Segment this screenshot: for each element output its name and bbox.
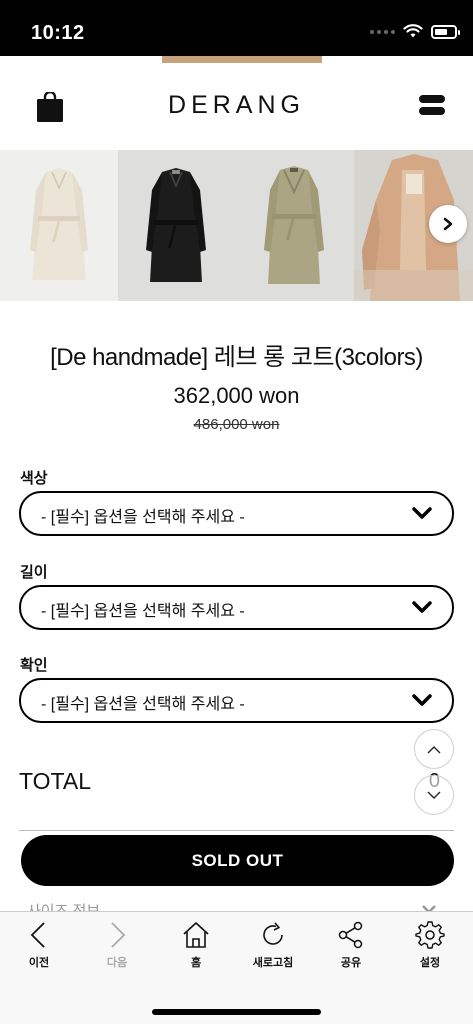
- header: DERANG: [0, 64, 473, 150]
- scroll-bottom-button[interactable]: [414, 775, 454, 815]
- previous-image-peek: [0, 56, 473, 64]
- gear-icon: [415, 921, 445, 949]
- bottom-toolbar: 이전 다음 홈 새로고침 공유 설정: [0, 911, 473, 1024]
- signal-icon: [370, 29, 395, 34]
- gallery-image-ivory-coat[interactable]: [0, 150, 118, 301]
- chevron-right-icon: [111, 922, 126, 948]
- chevron-left-icon: [30, 922, 45, 948]
- chevron-down-icon: [412, 601, 432, 613]
- option-label-confirm: 확인: [20, 657, 48, 674]
- option-select-text: - [필수] 옵션을 선택해 주세요 -: [41, 603, 245, 620]
- gallery-image-khaki-coat[interactable]: [234, 150, 354, 301]
- nav-refresh-label: 새로고침: [252, 957, 294, 969]
- chevron-down-icon: [412, 507, 432, 519]
- nav-settings-label: 설정: [419, 957, 441, 969]
- home-icon: [183, 922, 209, 948]
- option-select-length[interactable]: - [필수] 옵션을 선택해 주세요 -: [19, 585, 454, 630]
- chevron-down-icon: [427, 791, 441, 799]
- nav-forward-label: 다음: [106, 957, 128, 969]
- battery-icon: [431, 24, 460, 39]
- wifi-icon: [403, 24, 423, 38]
- gallery-image-beige-coat-back[interactable]: [354, 150, 473, 301]
- chevron-right-icon: [443, 217, 453, 231]
- product-gallery[interactable]: [0, 150, 473, 301]
- brand-logo[interactable]: DERANG: [0, 91, 473, 120]
- option-select-text: - [필수] 옵션을 선택해 주세요 -: [41, 696, 245, 713]
- option-label-length: 길이: [20, 564, 48, 581]
- nav-share-button[interactable]: 공유: [316, 920, 386, 970]
- nav-home-label: 홈: [190, 957, 202, 969]
- chevron-up-icon: [427, 745, 441, 753]
- refresh-icon: [263, 922, 283, 945]
- scroll-top-button[interactable]: [414, 729, 454, 769]
- nav-share-label: 공유: [340, 957, 362, 969]
- gallery-image-black-coat[interactable]: [118, 150, 234, 301]
- menu-icon[interactable]: [419, 95, 445, 117]
- option-select-color[interactable]: - [필수] 옵션을 선택해 주세요 -: [19, 491, 454, 536]
- status-bar: 10:12: [0, 0, 473, 56]
- gallery-next-button[interactable]: [429, 205, 467, 243]
- product-title: [De handmade] 레브 롱 코트(3colors): [50, 344, 423, 371]
- chevron-down-icon: [412, 694, 432, 706]
- status-icons: [370, 24, 460, 39]
- nav-forward-button[interactable]: 다음: [82, 920, 152, 970]
- status-time: 10:12: [31, 22, 85, 44]
- nav-settings-button[interactable]: 설정: [395, 920, 465, 970]
- nav-back-button[interactable]: 이전: [4, 920, 74, 970]
- home-indicator: [152, 1009, 321, 1015]
- option-label-color: 색상: [20, 470, 48, 487]
- divider: [19, 830, 454, 831]
- option-select-text: - [필수] 옵션을 선택해 주세요 -: [41, 509, 245, 526]
- nav-refresh-button[interactable]: 새로고침: [238, 920, 308, 970]
- option-select-confirm[interactable]: - [필수] 옵션을 선택해 주세요 -: [19, 678, 454, 723]
- total-label: TOTAL: [19, 768, 91, 794]
- sold-out-button[interactable]: SOLD OUT: [21, 835, 454, 886]
- nav-home-button[interactable]: 홈: [161, 920, 231, 970]
- nav-back-label: 이전: [28, 957, 50, 969]
- share-icon: [338, 921, 363, 949]
- product-price: 362,000 won: [173, 383, 300, 408]
- original-price: 486,000 won: [193, 416, 280, 433]
